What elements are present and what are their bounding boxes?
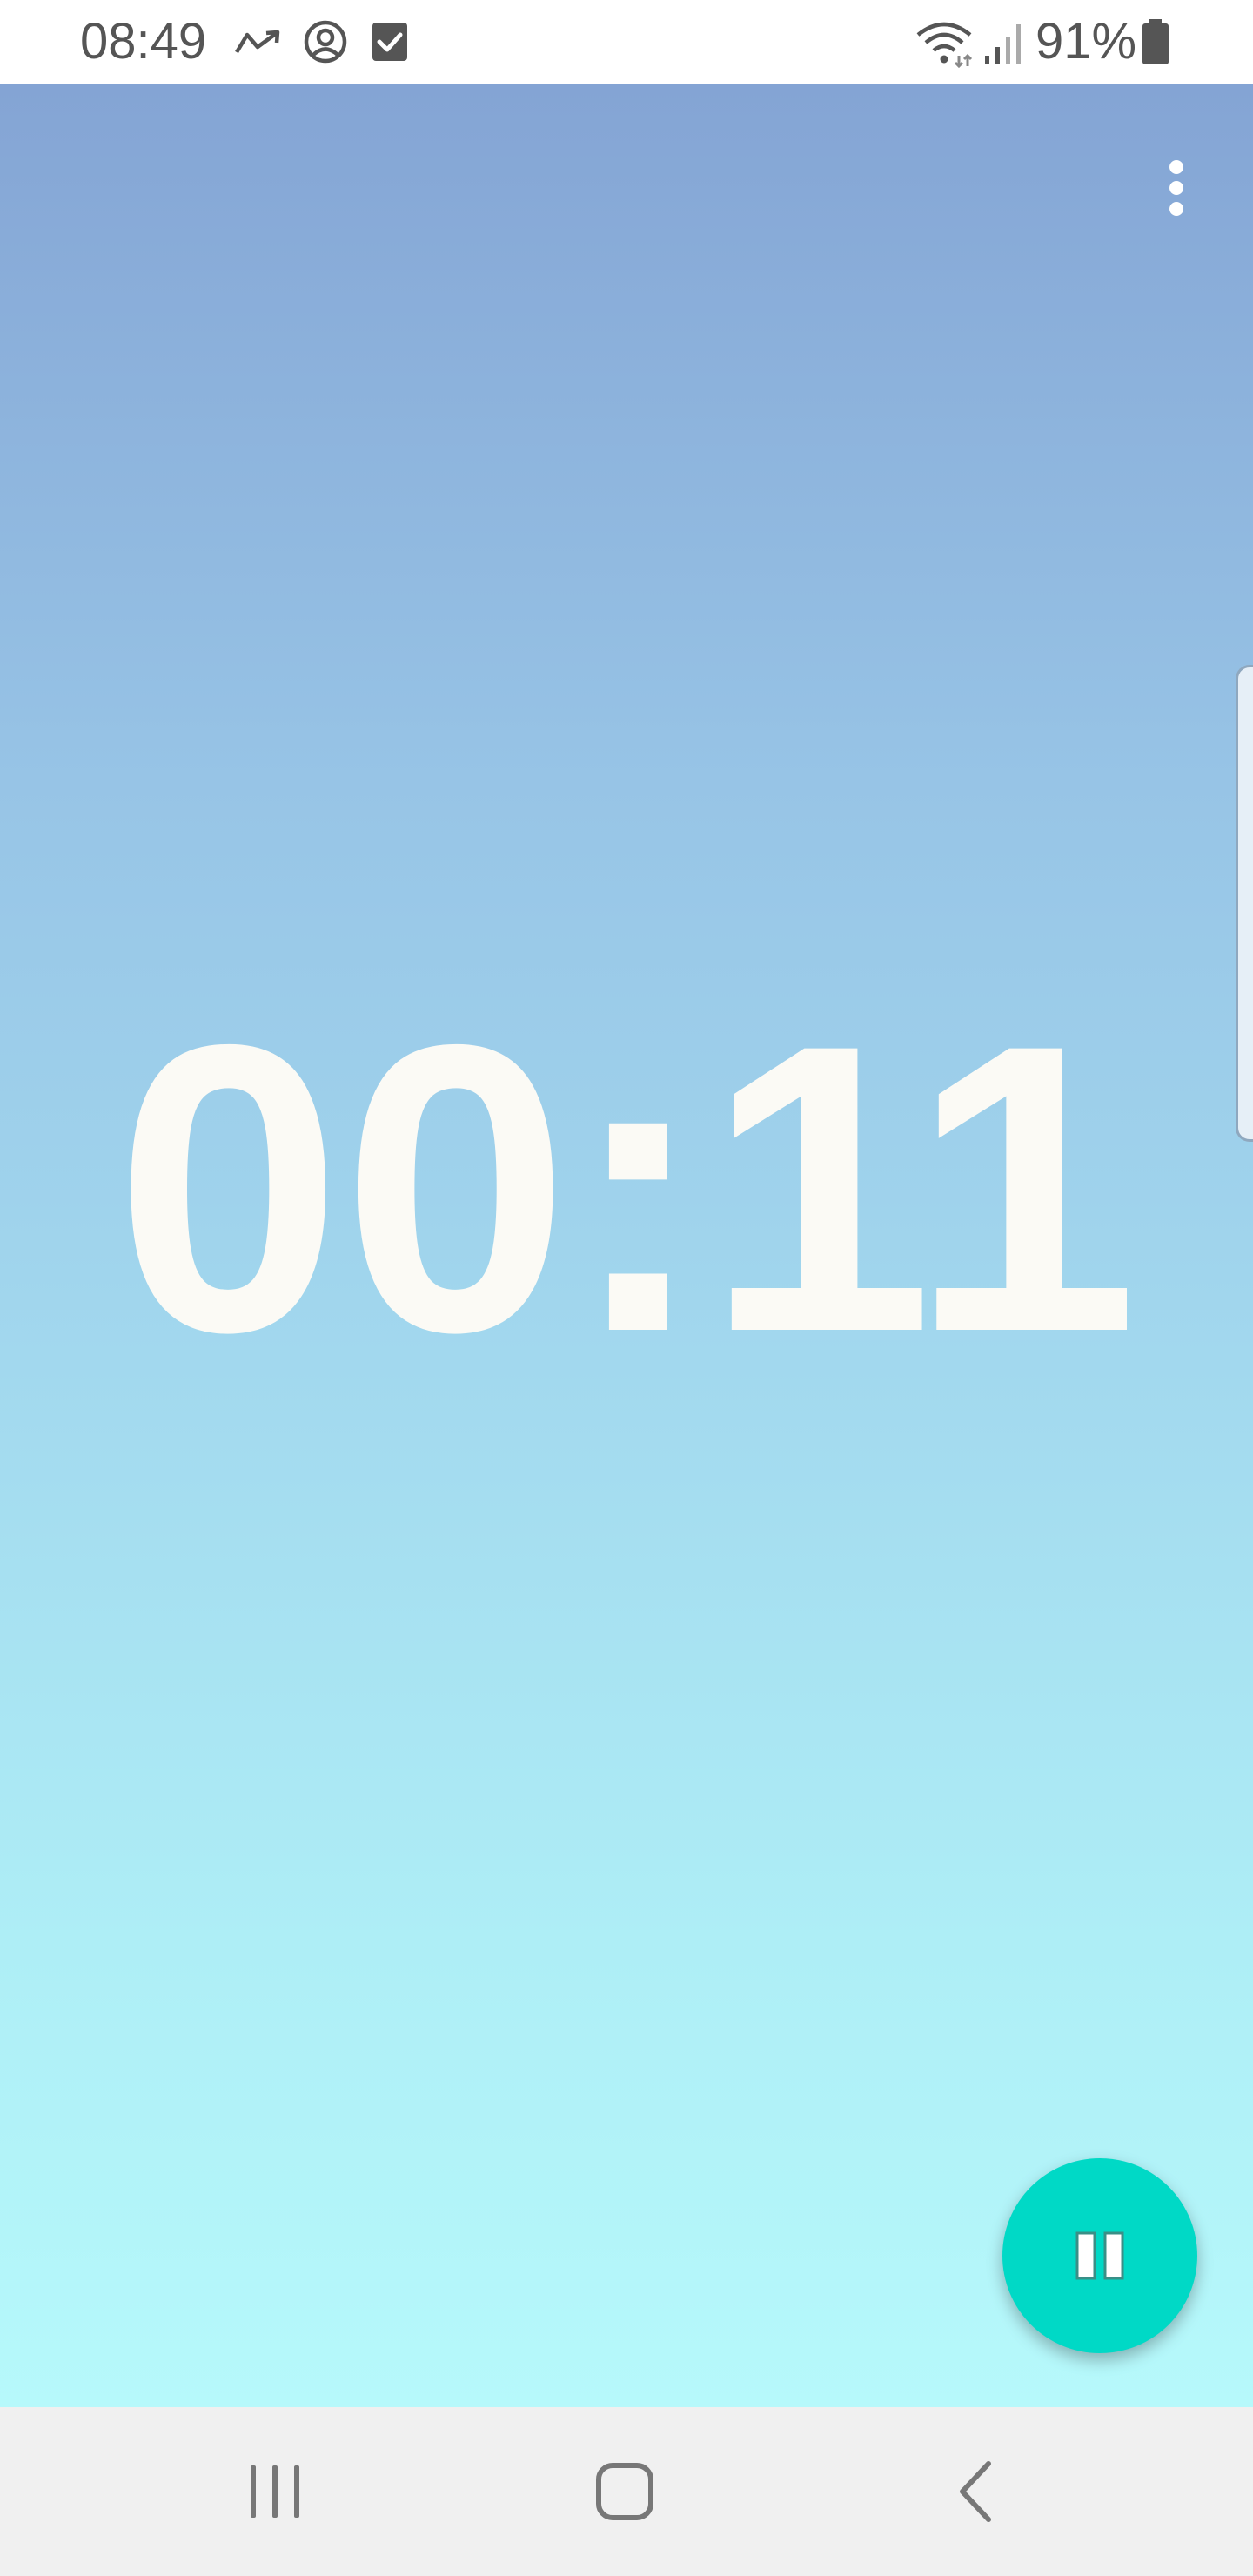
stopwatch-screen: 08:49 91% 00:11 bbox=[0, 0, 1253, 2576]
recent-apps-icon bbox=[251, 2465, 299, 2518]
navigation-bar bbox=[0, 2407, 1253, 2576]
checkbox-icon bbox=[372, 23, 407, 61]
home-icon bbox=[596, 2463, 653, 2520]
battery-icon bbox=[1142, 19, 1169, 64]
missed-call-icon bbox=[235, 30, 280, 54]
elapsed-time: 00:11 bbox=[114, 960, 1139, 1417]
back-icon bbox=[960, 2461, 991, 2522]
status-bar: 08:49 91% bbox=[0, 0, 1253, 84]
wifi-icon bbox=[916, 22, 973, 68]
account-circle-icon bbox=[304, 20, 347, 64]
recent-apps-button[interactable] bbox=[231, 2448, 318, 2535]
stopwatch-area: 00:11 bbox=[0, 84, 1253, 2407]
pause-button[interactable] bbox=[1002, 2158, 1197, 2353]
pause-icon bbox=[1075, 2231, 1124, 2280]
battery-percent: 91% bbox=[1035, 13, 1137, 70]
status-time: 08:49 bbox=[80, 13, 207, 70]
more-options-button[interactable] bbox=[1150, 144, 1203, 231]
signal-icon bbox=[985, 24, 1021, 64]
back-button[interactable] bbox=[931, 2448, 1018, 2535]
home-button[interactable] bbox=[581, 2448, 668, 2535]
